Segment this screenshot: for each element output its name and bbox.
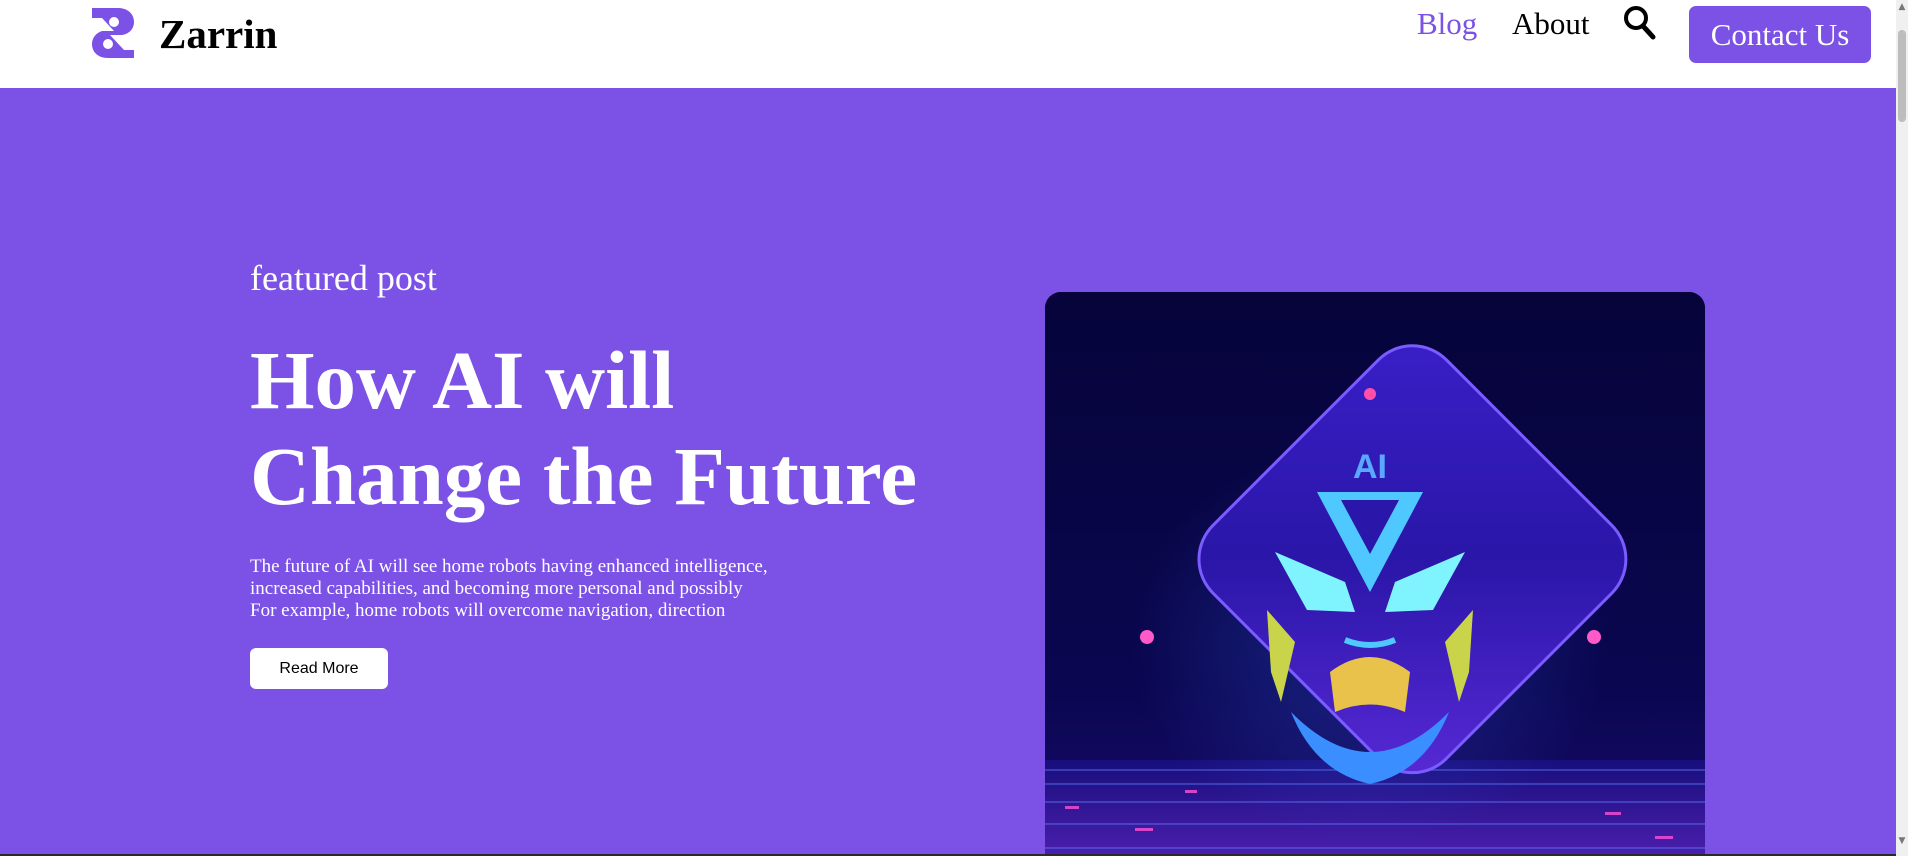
ai-badge-text: AI (1353, 448, 1387, 486)
hero-excerpt: The future of AI will see home robots ha… (250, 556, 850, 622)
hero-title-line-1: How AI will (250, 334, 675, 426)
nav-link-blog[interactable]: Blog (1417, 2, 1477, 46)
brand-name[interactable]: Zarrin (159, 8, 277, 60)
site-header: Zarrin Blog About Contact Us (0, 0, 1896, 88)
search-icon[interactable] (1622, 4, 1656, 40)
scroll-down-arrow-icon[interactable]: ▼ (1897, 836, 1907, 846)
featured-label: featured post (250, 258, 437, 298)
zarrin-logo-icon[interactable] (80, 4, 136, 60)
excerpt-line-1: The future of AI will see home robots ha… (250, 556, 768, 577)
read-more-button[interactable]: Read More (250, 648, 388, 689)
nav-link-about[interactable]: About (1512, 2, 1590, 46)
scroll-up-arrow-icon[interactable]: ▲ (1897, 2, 1907, 12)
hero-title-line-2: Change the Future (250, 430, 918, 522)
featured-hero: featured post How AI will Change the Fut… (0, 88, 1896, 856)
featured-post-image[interactable]: AI (1045, 292, 1705, 856)
contact-us-button[interactable]: Contact Us (1689, 6, 1871, 63)
excerpt-line-3: For example, home robots will overcome n… (250, 600, 726, 621)
ai-robot-illustration: AI (1045, 292, 1705, 856)
page-scrollbar[interactable]: ▲ ▼ (1896, 0, 1908, 856)
scroll-thumb[interactable] (1898, 30, 1906, 122)
hero-title: How AI will Change the Future (250, 332, 1010, 524)
excerpt-line-2: increased capabilities, and becoming mor… (250, 578, 743, 599)
